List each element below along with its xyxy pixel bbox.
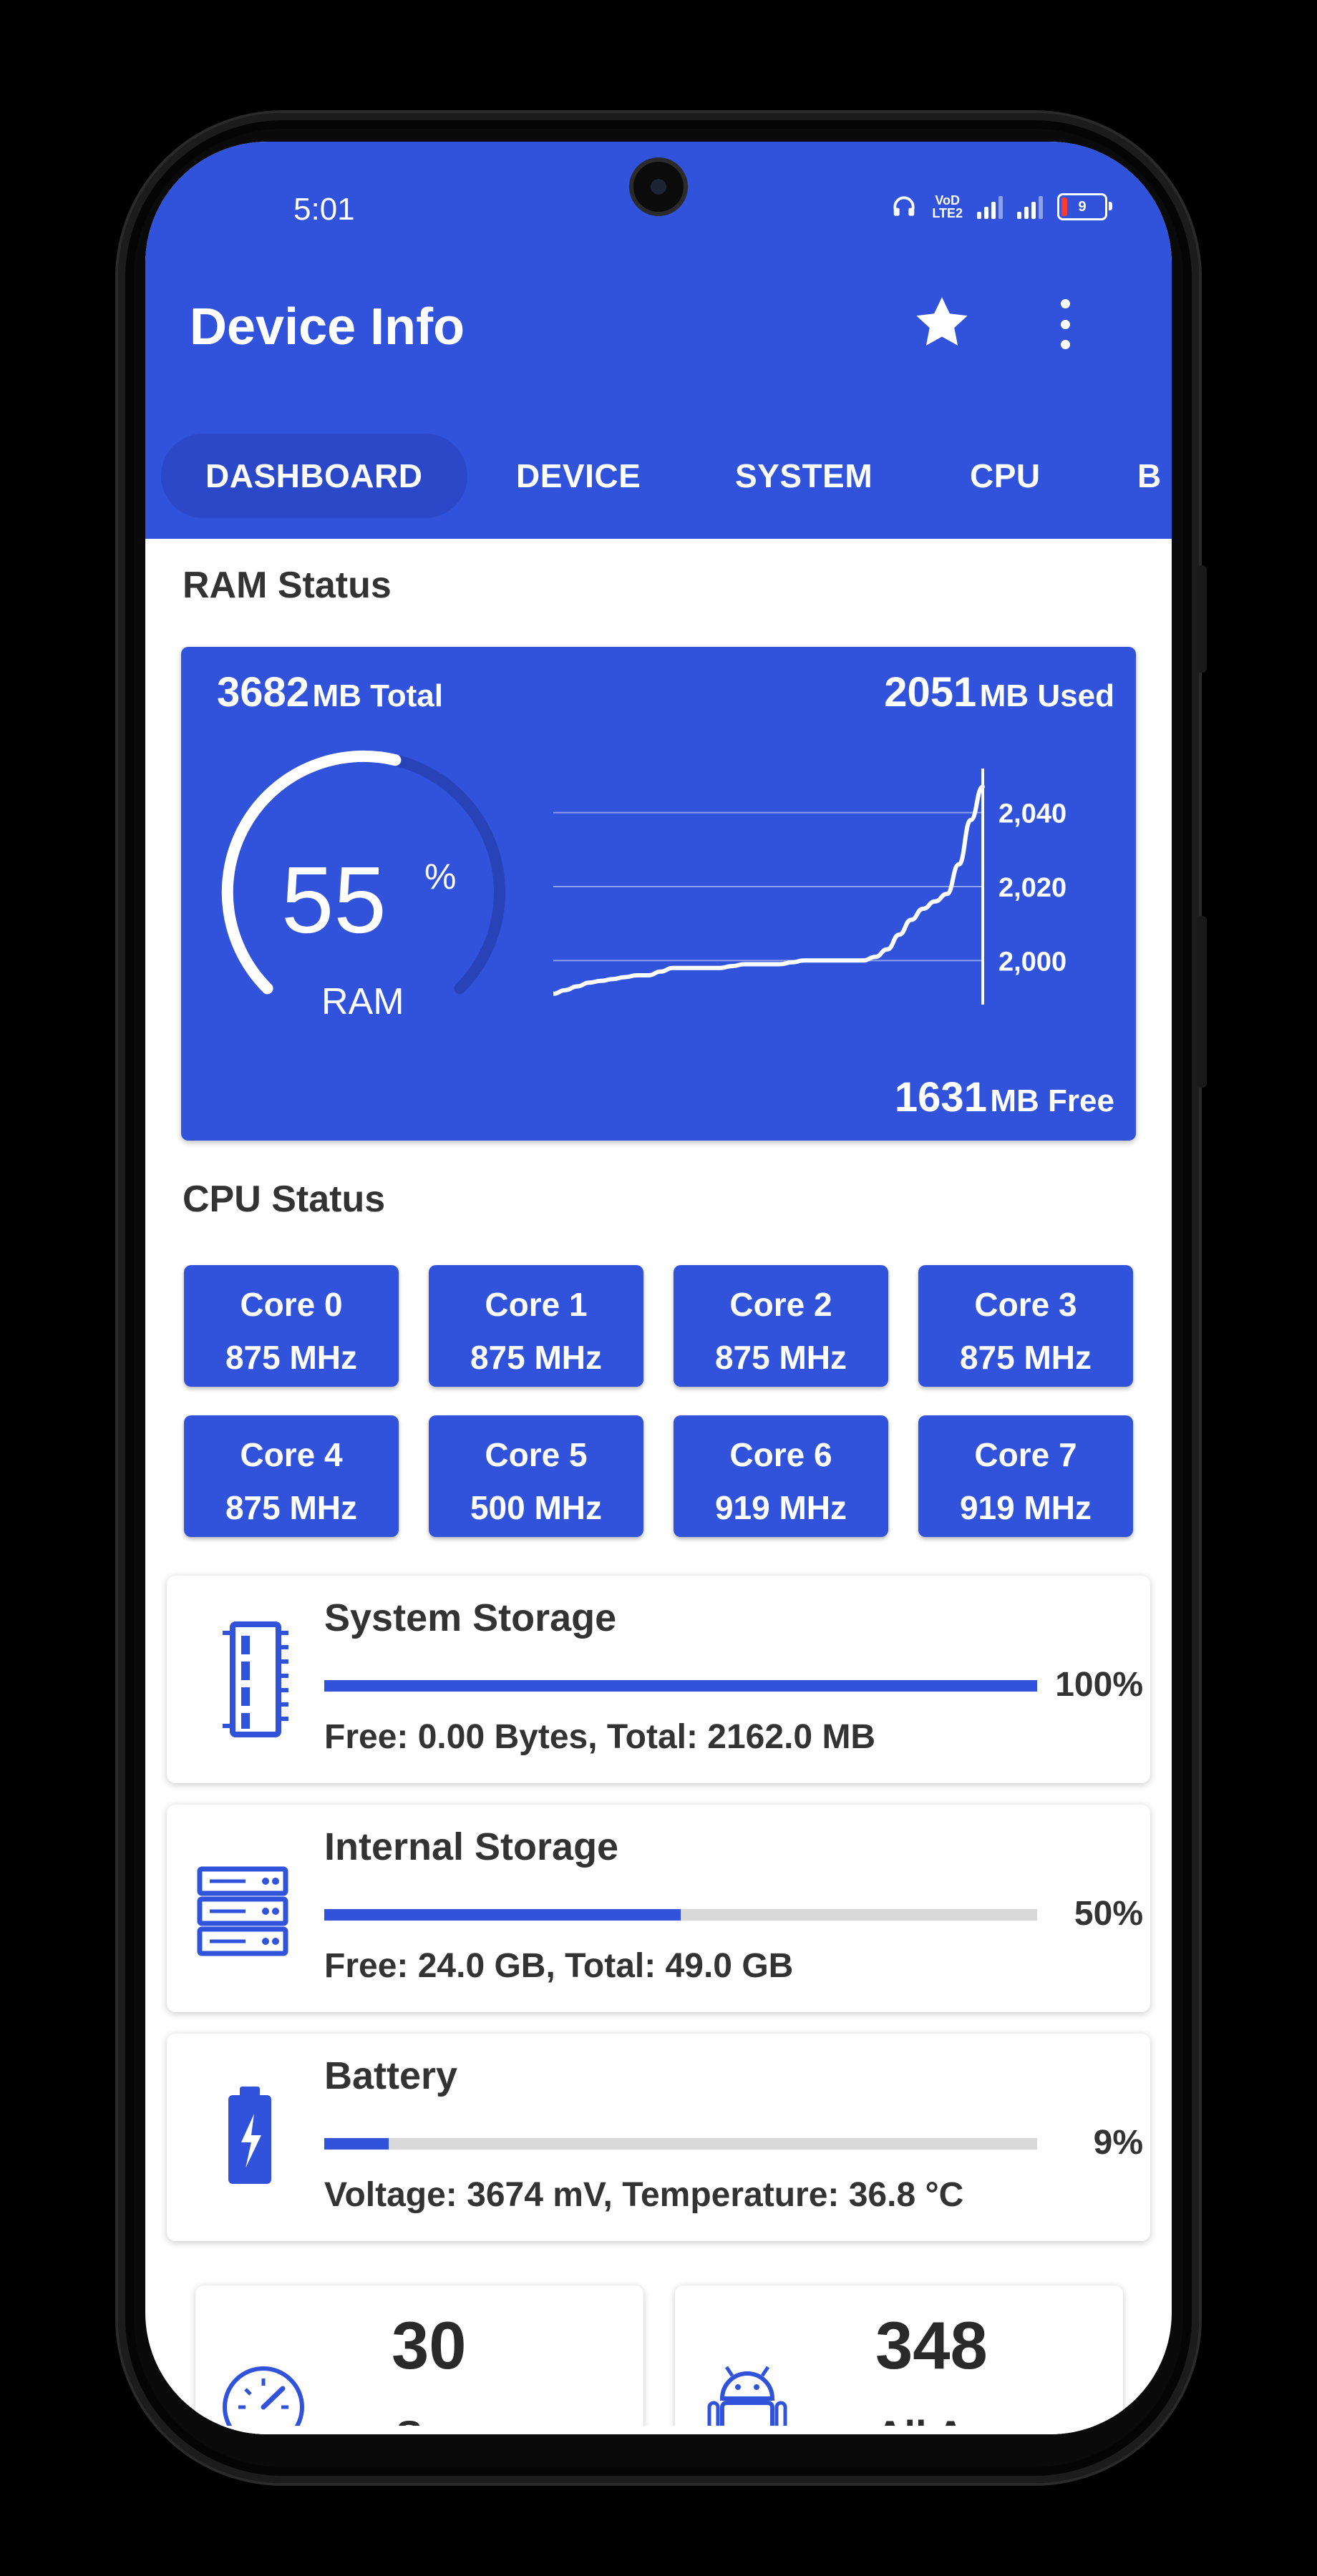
ram-percent: 55 [281, 847, 387, 952]
tab-dashboard[interactable]: DASHBOARD [161, 434, 467, 518]
storage-percent: 50% [1074, 1895, 1143, 1933]
server-storage-icon [197, 1866, 288, 1956]
chart-y-tick-label: 2,000 [998, 947, 1066, 977]
ram-percent-sign: % [424, 857, 457, 897]
android-icon [707, 2366, 787, 2434]
storage-percent: 100% [1055, 1666, 1143, 1704]
status-icons: VoD LTE2 9 [890, 193, 1112, 220]
ram-section-title: RAM Status [183, 565, 392, 606]
app-header: 5:01 VoD LTE2 9 Device Info DASHBOARD DE… [145, 142, 1172, 539]
battery-detail: Voltage: 3674 mV, Temperature: 36.8 °C [324, 2176, 964, 2214]
storage-title: Internal Storage [324, 1825, 619, 1868]
speedometer-icon [223, 2366, 304, 2434]
storage-detail: Free: 24.0 GB, Total: 49.0 GB [324, 1947, 794, 1985]
headphones-icon [893, 196, 915, 216]
ram-status-card[interactable]: 3682 MB Total 2051 MB Used 55 % RAM 2,04… [181, 647, 1136, 1141]
storage-title: System Storage [324, 1596, 617, 1639]
battery-progress-bar [324, 2138, 1037, 2150]
battery-percent: 9% [1093, 2124, 1143, 2162]
sensors-count: 30 [392, 2308, 467, 2383]
system-storage-card[interactable]: System Storage 100% Free: 0.00 Bytes, To… [167, 1576, 1150, 1783]
battery-card[interactable]: Battery 9% Voltage: 3674 mV, Temperature… [167, 2034, 1150, 2241]
tab-device[interactable]: DEVICE [516, 434, 641, 518]
more-vert-icon[interactable] [1051, 299, 1079, 349]
storage-detail: Free: 0.00 Bytes, Total: 2162.0 MB [324, 1718, 876, 1756]
volume-button [1197, 565, 1207, 673]
cpu-core-card[interactable]: Core 5 500 MHz [429, 1415, 643, 1537]
all-apps-card[interactable]: 348 All Apps [675, 2285, 1123, 2434]
battery-charging-icon [228, 2087, 271, 2184]
phone-screen: 5:01 VoD LTE2 9 Device Info DASHBOARD DE… [145, 142, 1172, 2434]
cpu-section-title: CPU Status [183, 1179, 386, 1220]
storage-progress-bar [324, 1909, 1037, 1921]
battery-status-icon: 9 [1057, 193, 1112, 220]
tab-bar: DASHBOARD DEVICE SYSTEM CPU B [145, 434, 1172, 518]
front-camera [633, 162, 684, 212]
ram-usage-chart: 2,040 2,020 2,000 [553, 769, 1066, 1005]
ram-total: 3682 MB Total [217, 669, 443, 716]
cpu-core-card[interactable]: Core 4 875 MHz [184, 1415, 399, 1537]
signal-icon-sim2 [1017, 195, 1043, 219]
chart-y-tick-label: 2,040 [998, 799, 1066, 829]
ram-usage-series-line [553, 784, 985, 996]
tab-battery-partial[interactable]: B [1137, 434, 1162, 518]
app-title: Device Info [190, 298, 465, 356]
ram-free: 1631 MB Free [894, 1074, 1114, 1121]
tab-system[interactable]: SYSTEM [735, 434, 873, 518]
memory-icon [223, 1621, 288, 1737]
battery-level-text: 9 [1078, 198, 1087, 215]
star-icon[interactable] [910, 291, 974, 355]
cpu-core-card[interactable]: Core 6 919 MHz [674, 1415, 888, 1537]
cpu-core-card[interactable]: Core 2 875 MHz [674, 1265, 888, 1387]
storage-progress-bar [324, 1680, 1037, 1692]
cpu-core-card[interactable]: Core 1 875 MHz [429, 1265, 643, 1387]
cpu-core-card[interactable]: Core 7 919 MHz [918, 1415, 1133, 1537]
signal-icon-sim1 [977, 195, 1003, 219]
storage-title: Battery [324, 2054, 458, 2097]
volte-icon: VoD LTE2 [932, 193, 963, 220]
power-button [1197, 916, 1207, 1088]
cpu-core-card[interactable]: Core 3 875 MHz [918, 1265, 1133, 1387]
ram-used: 2051 MB Used [884, 669, 1114, 716]
internal-storage-card[interactable]: Internal Storage 50% Free: 24.0 GB, Tota… [167, 1805, 1150, 2012]
bottom-edge [145, 2426, 1172, 2434]
status-time: 5:01 [293, 192, 355, 227]
cpu-core-card[interactable]: Core 0 875 MHz [184, 1265, 399, 1387]
all-apps-count: 348 [875, 2308, 988, 2383]
sensors-card[interactable]: 30 Sensors [195, 2285, 643, 2434]
ram-gauge-label: RAM [321, 981, 404, 1023]
tab-cpu[interactable]: CPU [970, 434, 1041, 518]
chart-y-tick-label: 2,020 [998, 873, 1066, 903]
